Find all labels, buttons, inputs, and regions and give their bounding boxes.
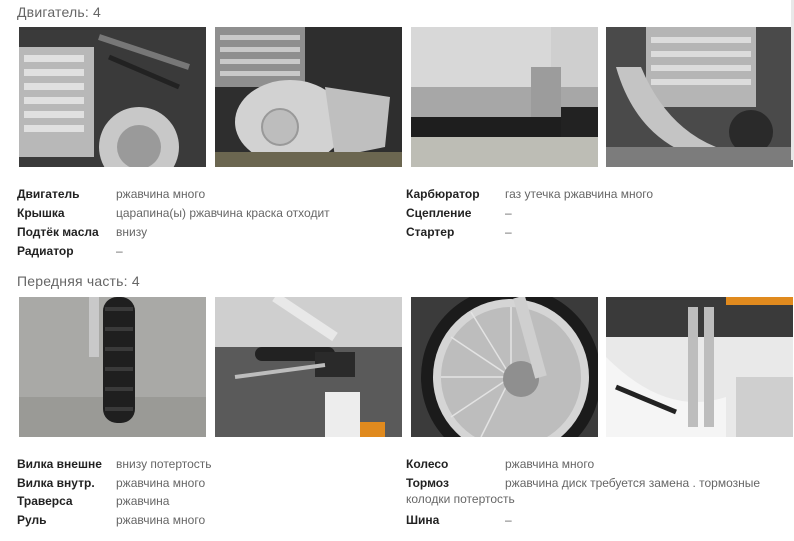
engine-cylinder-image	[19, 27, 206, 167]
engine-cover-image	[215, 27, 402, 167]
spec-value: ржавчина много	[116, 476, 206, 490]
engine-photo-3[interactable]	[411, 27, 598, 167]
spec-label: Тормоз	[406, 476, 449, 490]
spec-value: царапина(ы) ржавчина краска отходит	[116, 206, 330, 220]
spec-row: Вилка внутр. ржавчина много	[17, 474, 397, 493]
spec-value: –	[505, 513, 512, 527]
spec-label: Стартер	[406, 225, 455, 239]
spec-label: Колесо	[406, 457, 449, 471]
spec-value: –	[116, 244, 123, 258]
spec-value: ржавчина много	[505, 457, 595, 471]
spec-row: Радиатор –	[17, 242, 397, 261]
spec-row: Колесо ржавчина много	[406, 455, 786, 474]
engine-exhaust-image	[606, 27, 793, 167]
spec-label: Крышка	[17, 206, 65, 220]
engine-photo-4[interactable]	[606, 27, 793, 167]
engine-photo-2[interactable]	[215, 27, 402, 167]
spec-label: Траверса	[17, 494, 73, 508]
front-fork-image	[606, 297, 793, 437]
front-photo-2[interactable]	[215, 297, 402, 437]
spec-label: Вилка внутр.	[17, 476, 95, 490]
front-wheel-image	[411, 297, 598, 437]
spec-label: Сцепление	[406, 206, 472, 220]
front-photo-4[interactable]	[606, 297, 793, 437]
spec-value: ржавчина	[116, 494, 170, 508]
spec-row: Руль ржавчина много	[17, 511, 397, 530]
spec-label: Шина	[406, 513, 440, 527]
section-title-front: Передняя часть: 4	[17, 273, 140, 289]
spec-label: Подтёк масла	[17, 225, 99, 239]
spec-row: Траверса ржавчина	[17, 492, 397, 511]
spec-label: Двигатель	[17, 187, 80, 201]
spec-row: Вилка внешне внизу потертость	[17, 455, 397, 474]
spec-value: ржавчина много	[116, 187, 206, 201]
spec-row: Подтёк масла внизу	[17, 223, 397, 242]
spec-row: Сцепление –	[406, 204, 786, 223]
spec-label: Вилка внешне	[17, 457, 102, 471]
spec-value: газ утечка ржавчина много	[505, 187, 654, 201]
front-handlebar-image	[215, 297, 402, 437]
spec-row: Тормоз ржавчина диск требуется замена . …	[406, 474, 786, 493]
spec-row: Двигатель ржавчина много	[17, 185, 397, 204]
spec-row: Шина –	[406, 511, 786, 530]
spec-value: внизу потертость	[116, 457, 212, 471]
spec-value-continuation: колодки потертость	[406, 492, 515, 506]
spec-value: –	[505, 225, 512, 239]
spec-label: Радиатор	[17, 244, 74, 258]
front-photo-1[interactable]	[19, 297, 206, 437]
section-title-engine: Двигатель: 4	[17, 4, 102, 20]
spec-label: Руль	[17, 513, 47, 527]
spec-label: Карбюратор	[406, 187, 480, 201]
spec-value: ржавчина диск требуется замена . тормозн…	[505, 476, 761, 490]
spec-value: ржавчина много	[116, 513, 206, 527]
spec-row: Карбюратор газ утечка ржавчина много	[406, 185, 786, 204]
front-tire-image	[19, 297, 206, 437]
spec-row: Крышка царапина(ы) ржавчина краска отход…	[17, 204, 397, 223]
spec-value: внизу	[116, 225, 148, 239]
front-photo-3[interactable]	[411, 297, 598, 437]
spec-row: Стартер –	[406, 223, 786, 242]
spec-value: –	[505, 206, 512, 220]
engine-photo-1[interactable]	[19, 27, 206, 167]
engine-carburetor-image	[411, 27, 598, 167]
